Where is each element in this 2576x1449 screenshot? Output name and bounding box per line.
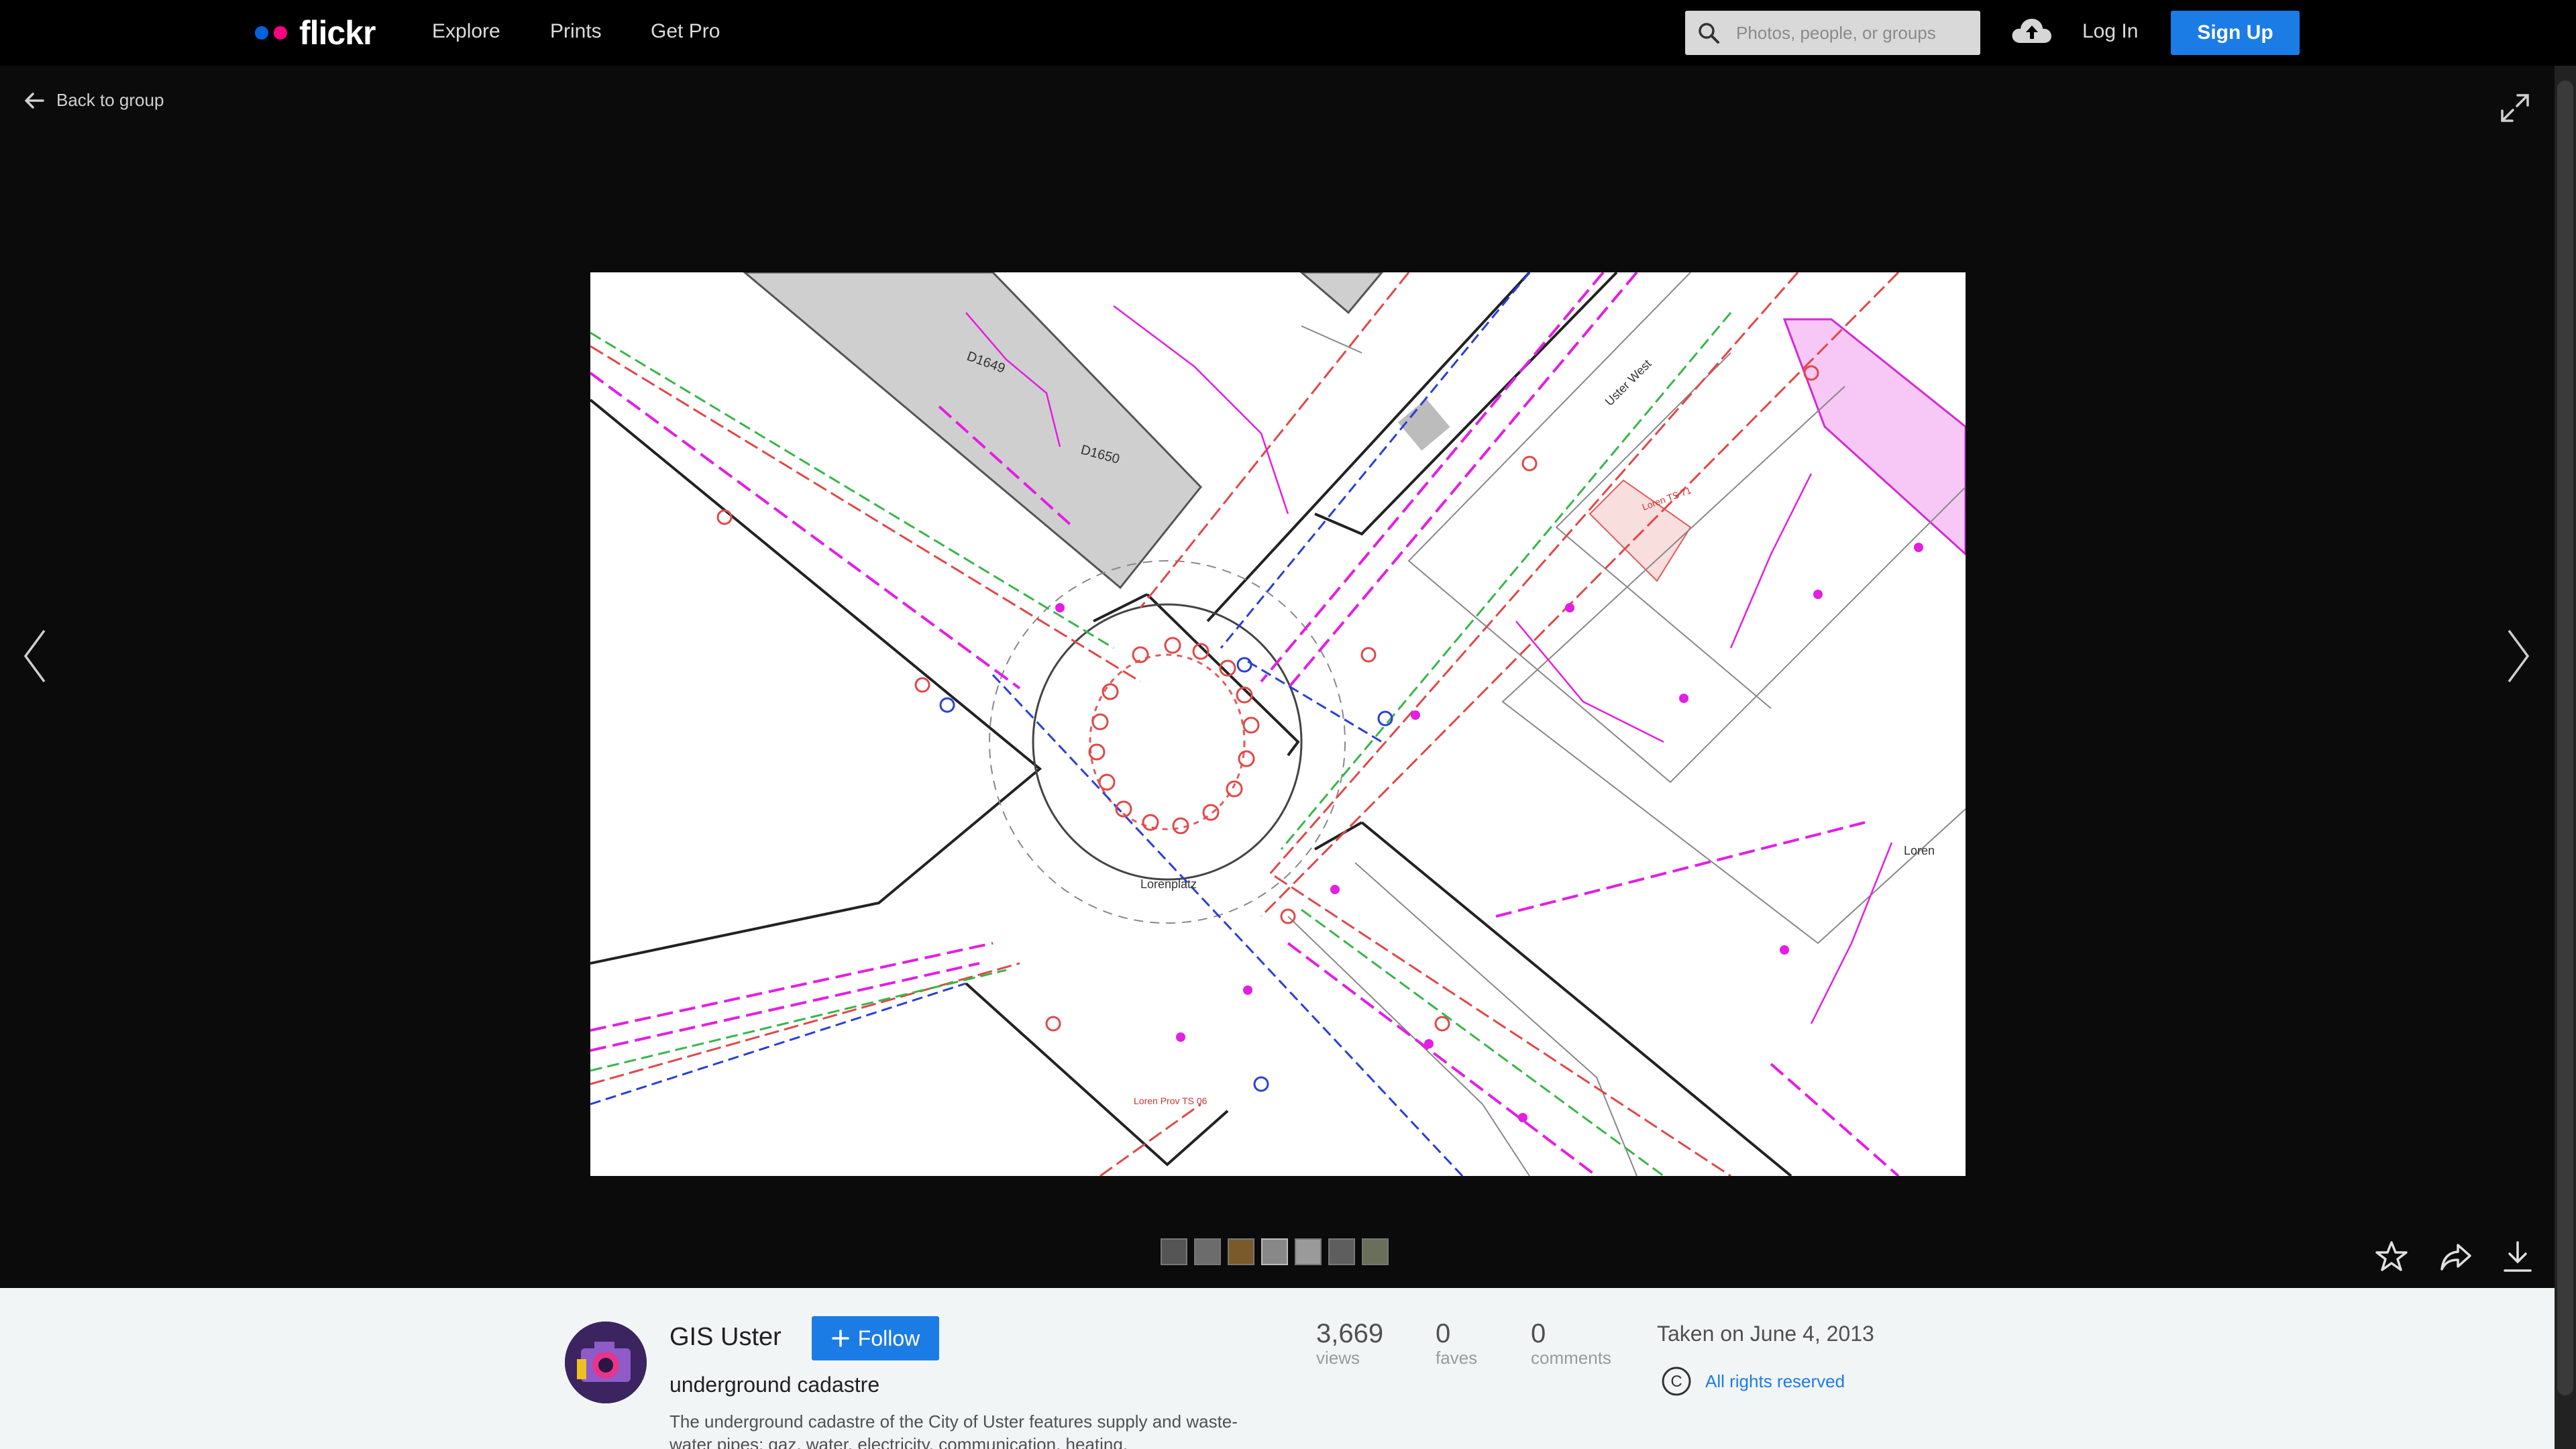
logo-blue-dot-icon: [255, 26, 268, 40]
thumbnail-7[interactable]: [1362, 1238, 1389, 1265]
license-label: All rights reserved: [1705, 1371, 1845, 1391]
login-link[interactable]: Log In: [2082, 20, 2138, 43]
map-label-lorenplatz: Lorenplatz: [1140, 877, 1197, 891]
back-to-group-link[interactable]: Back to group: [24, 90, 164, 111]
thumbnail-2[interactable]: [1194, 1238, 1221, 1265]
avatar[interactable]: [565, 1322, 647, 1403]
scrollbar-thumb[interactable]: [2557, 80, 2573, 1395]
plus-icon: [832, 1330, 849, 1347]
map-label-loren: Loren: [1904, 844, 1935, 857]
stat-faves: 0 faves: [1436, 1319, 1477, 1368]
thumbnail-6[interactable]: [1328, 1238, 1355, 1265]
stat-views: 3,669 views: [1316, 1319, 1383, 1368]
stat-views-label: views: [1316, 1348, 1360, 1368]
flickr-logo[interactable]: flickr: [255, 14, 376, 52]
stat-comments: 0 comments: [1531, 1319, 1611, 1368]
search-input[interactable]: [1736, 11, 1971, 55]
owner-avatar-image: [565, 1322, 647, 1403]
signup-button[interactable]: Sign Up: [2171, 11, 2300, 55]
brand-wordmark: flickr: [299, 14, 376, 52]
follow-label: Follow: [857, 1326, 920, 1350]
download-icon[interactable]: [2501, 1240, 2534, 1273]
thumbnail-3[interactable]: [1228, 1238, 1254, 1265]
top-navigation-bar: flickr Explore Prints Get Pro Log In Sig…: [0, 0, 2576, 66]
nav-link-prints[interactable]: Prints: [550, 20, 602, 43]
photo-title: underground cadastre: [669, 1373, 880, 1397]
owner-name-link[interactable]: GIS Uster: [669, 1323, 782, 1352]
share-icon[interactable]: [2439, 1240, 2473, 1273]
back-arrow-icon: [25, 92, 44, 109]
main-photo[interactable]: D1649 D1650 Lorenplatz Loren Uster West …: [590, 272, 1966, 1176]
logo-pink-dot-icon: [274, 26, 287, 40]
search-icon: [1699, 23, 1719, 44]
copyright-icon: C: [1662, 1366, 1691, 1396]
expand-icon[interactable]: [2500, 93, 2530, 123]
search-box[interactable]: [1685, 11, 1980, 55]
thumbnail-5[interactable]: [1295, 1238, 1322, 1265]
thumbnail-1[interactable]: [1161, 1238, 1187, 1265]
nav-link-explore[interactable]: Explore: [432, 20, 500, 43]
copyright-symbol: C: [1670, 1373, 1682, 1391]
stat-comments-label: comments: [1531, 1348, 1611, 1368]
photo-info-panel: [0, 1288, 2555, 1449]
star-icon[interactable]: [2375, 1240, 2408, 1273]
taken-date[interactable]: Taken on June 4, 2013: [1657, 1322, 1874, 1346]
stat-faves-number: 0: [1436, 1319, 1451, 1348]
chevron-right-icon[interactable]: [2505, 628, 2532, 684]
photostream-thumbnails: [1161, 1238, 1389, 1265]
thumbnail-4[interactable]: [1261, 1238, 1288, 1265]
license-link[interactable]: C All rights reserved: [1661, 1366, 1845, 1397]
photo-description: The underground cadastre of the City of …: [669, 1411, 1238, 1449]
cadastre-map-image: D1649 D1650 Lorenplatz Loren Uster West …: [590, 272, 1966, 1176]
upload-cloud-icon[interactable]: [2010, 13, 2053, 48]
stat-faves-label: faves: [1436, 1348, 1478, 1368]
follow-button[interactable]: Follow: [812, 1316, 939, 1360]
nav-link-get-pro[interactable]: Get Pro: [651, 20, 720, 43]
chevron-left-icon[interactable]: [21, 628, 48, 684]
back-to-group-label: Back to group: [56, 90, 164, 110]
stat-views-number: 3,669: [1316, 1319, 1384, 1348]
map-label-loren-prov: Loren Prov TS 06: [1134, 1095, 1208, 1106]
stat-comments-number: 0: [1531, 1319, 1546, 1348]
